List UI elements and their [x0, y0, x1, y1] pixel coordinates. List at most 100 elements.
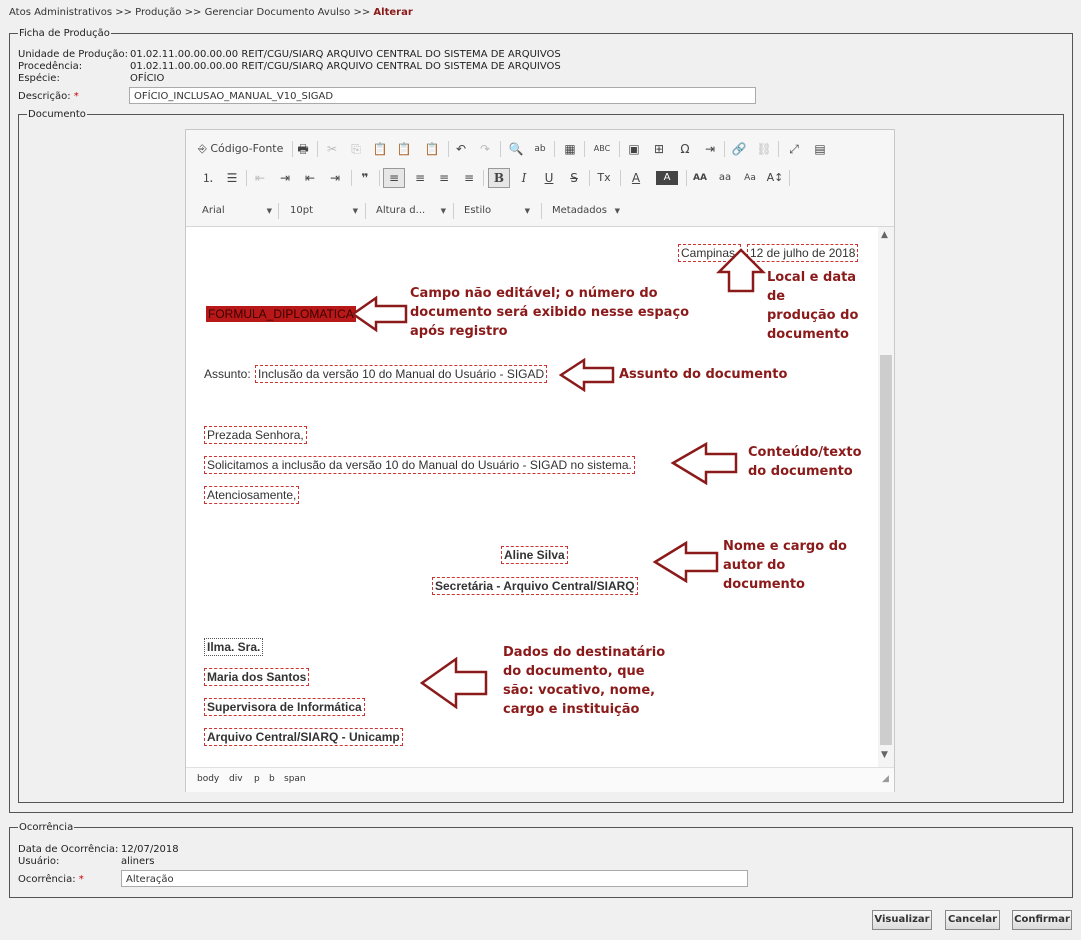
usuario-label: Usuário: — [18, 856, 60, 867]
note-line: autor do — [723, 558, 786, 573]
chevron-down-icon: ▼ — [440, 207, 446, 215]
cut-icon[interactable]: ✂ — [322, 140, 342, 158]
editor-toolbar: ⎆ Código-Fonte 🖶 ✂ ⎘ 📋 📋 📋 ↶ ↷ 🔍 ab ▦ AB… — [186, 130, 894, 227]
scroll-up-icon[interactable]: ▲ — [881, 230, 888, 240]
bold-icon[interactable]: B — [488, 168, 510, 188]
paste-word-icon[interactable]: 📋 — [422, 140, 442, 158]
note-line: Assunto do documento — [619, 367, 788, 382]
redo-icon[interactable]: ↷ — [475, 140, 495, 158]
metadata-select[interactable]: Metadados ▼ — [552, 203, 622, 219]
scrollbar-thumb[interactable] — [880, 355, 892, 745]
arrow-left-icon — [419, 656, 488, 710]
note-line: Campo não editável; o número do — [410, 286, 658, 301]
note-line: do documento, que — [503, 664, 645, 679]
blockquote-icon[interactable]: ❞ — [355, 169, 375, 187]
align-left-icon[interactable]: ≡ — [383, 168, 405, 188]
unidade-value: 01.02.11.00.00.00.00 REIT/CGU/SIARQ ARQU… — [130, 49, 561, 60]
breadcrumb-path[interactable]: Atos Administrativos >> Produção >> Gere… — [9, 7, 370, 18]
paste-text-icon[interactable]: 📋 — [394, 140, 414, 158]
note-autor: Nome e cargo do autor do documento — [723, 537, 847, 594]
path-p[interactable]: p — [254, 774, 260, 784]
chevron-down-icon: ▼ — [614, 207, 620, 215]
text-color-icon[interactable]: A — [625, 169, 647, 187]
italic-icon[interactable]: I — [514, 169, 534, 187]
breadcrumb: Atos Administrativos >> Produção >> Gere… — [9, 7, 413, 18]
find-icon[interactable]: 🔍 — [506, 140, 526, 158]
cancelar-button[interactable]: Cancelar — [945, 910, 1000, 930]
note-conteudo: Conteúdo/texto do documento — [748, 443, 862, 481]
note-line: Nome e cargo do — [723, 539, 847, 554]
font-size-select[interactable]: 10pt ▼ — [290, 203, 360, 219]
uppercase-icon[interactable]: AA — [690, 169, 710, 187]
note-line: Local e data de — [767, 270, 857, 304]
outdent-dim-icon[interactable]: ⇤ — [250, 169, 270, 187]
path-span[interactable]: span — [284, 774, 306, 784]
unlink-icon[interactable]: ⛓ — [754, 140, 774, 158]
scroll-down-icon[interactable]: ▼ — [881, 750, 888, 760]
arrow-left-icon — [350, 295, 408, 333]
path-body[interactable]: body — [197, 774, 219, 784]
numbered-list-icon[interactable]: ⒈ — [198, 169, 218, 187]
indent-icon[interactable]: ⇥ — [325, 169, 345, 187]
ocorrencia-input[interactable]: Alteração — [121, 870, 748, 887]
required-mark: * — [78, 874, 84, 885]
image-icon[interactable]: ▣ — [624, 140, 644, 158]
strikethrough-icon[interactable]: S — [564, 169, 584, 187]
resize-handle-icon[interactable]: ◢ — [882, 774, 889, 784]
maximize-icon[interactable]: ⤢ — [784, 140, 804, 158]
descricao-label: Descrição: * — [18, 91, 79, 102]
justify-icon[interactable]: ≡ — [459, 169, 479, 187]
copy-icon[interactable]: ⎘ — [346, 140, 366, 158]
source-code-label: Código-Fonte — [210, 142, 284, 155]
required-mark: * — [73, 91, 79, 102]
usuario-value: aliners — [121, 856, 155, 867]
data-ocorrencia-label: Data de Ocorrência: — [18, 844, 119, 855]
procedencia-label: Procedência: — [18, 61, 83, 72]
link-icon[interactable]: 🔗 — [729, 140, 749, 158]
capitalize-icon[interactable]: Aa — [740, 169, 760, 187]
show-blocks-icon[interactable]: ▤ — [810, 140, 830, 158]
editor-content[interactable]: Campinas, 12 de julho de 2018 FORMULA_DI… — [186, 227, 878, 767]
style-value: Estilo — [464, 205, 492, 216]
path-div[interactable]: div — [229, 774, 243, 784]
line-height-select[interactable]: Altura d... ▼ — [376, 203, 448, 219]
source-code-button[interactable]: ⎆ Código-Fonte — [198, 140, 288, 158]
undo-icon[interactable]: ↶ — [451, 140, 471, 158]
outdent-icon[interactable]: ⇤ — [300, 169, 320, 187]
insert-indent-icon[interactable]: ⇥ — [700, 140, 720, 158]
indent-dim-icon[interactable]: ⇥ — [275, 169, 295, 187]
bullet-list-icon[interactable]: ☰ — [222, 169, 242, 187]
style-select[interactable]: Estilo ▼ — [464, 203, 532, 219]
paste-icon[interactable]: 📋 — [370, 140, 390, 158]
descricao-input[interactable]: OFÍCIO_INCLUSAO_MANUAL_V10_SIGAD — [129, 87, 756, 104]
visualizar-button[interactable]: Visualizar — [872, 910, 932, 930]
print-icon[interactable]: 🖶 — [293, 140, 313, 158]
transform-case-icon[interactable]: A↕ — [765, 169, 785, 187]
arrow-up-icon — [715, 248, 767, 293]
chevron-down-icon: ▼ — [266, 207, 272, 215]
underline-icon[interactable]: U — [539, 169, 559, 187]
font-family-select[interactable]: Arial ▼ — [202, 203, 274, 219]
align-right-icon[interactable]: ≡ — [434, 169, 454, 187]
replace-icon[interactable]: ab — [530, 140, 550, 158]
background-color-icon[interactable]: A — [656, 171, 678, 185]
select-all-icon[interactable]: ▦ — [560, 140, 580, 158]
table-icon[interactable]: ⊞ — [649, 140, 669, 158]
spellcheck-icon[interactable]: ABC — [589, 140, 615, 158]
lowercase-icon[interactable]: aa — [715, 169, 735, 187]
path-b[interactable]: b — [269, 774, 275, 784]
procedencia-value: 01.02.11.00.00.00.00 REIT/CGU/SIARQ ARQU… — [130, 61, 561, 72]
ocorrencia-label: Ocorrência: * — [18, 874, 84, 885]
remove-format-icon[interactable]: Tx — [593, 169, 615, 187]
unidade-label: Unidade de Produção: — [18, 49, 128, 60]
breadcrumb-current: Alterar — [373, 7, 413, 18]
descricao-label-text: Descrição: — [18, 91, 71, 102]
line-height-value: Altura d... — [376, 205, 426, 216]
source-icon: ⎆ — [198, 142, 207, 155]
metadata-value: Metadados — [552, 205, 607, 216]
special-char-icon[interactable]: Ω — [675, 140, 695, 158]
confirmar-button[interactable]: Confirmar — [1012, 910, 1072, 930]
align-center-icon[interactable]: ≡ — [410, 169, 430, 187]
editor-scrollbar[interactable]: ▲ ▼ — [878, 227, 894, 767]
data-ocorrencia-value: 12/07/2018 — [121, 844, 179, 855]
